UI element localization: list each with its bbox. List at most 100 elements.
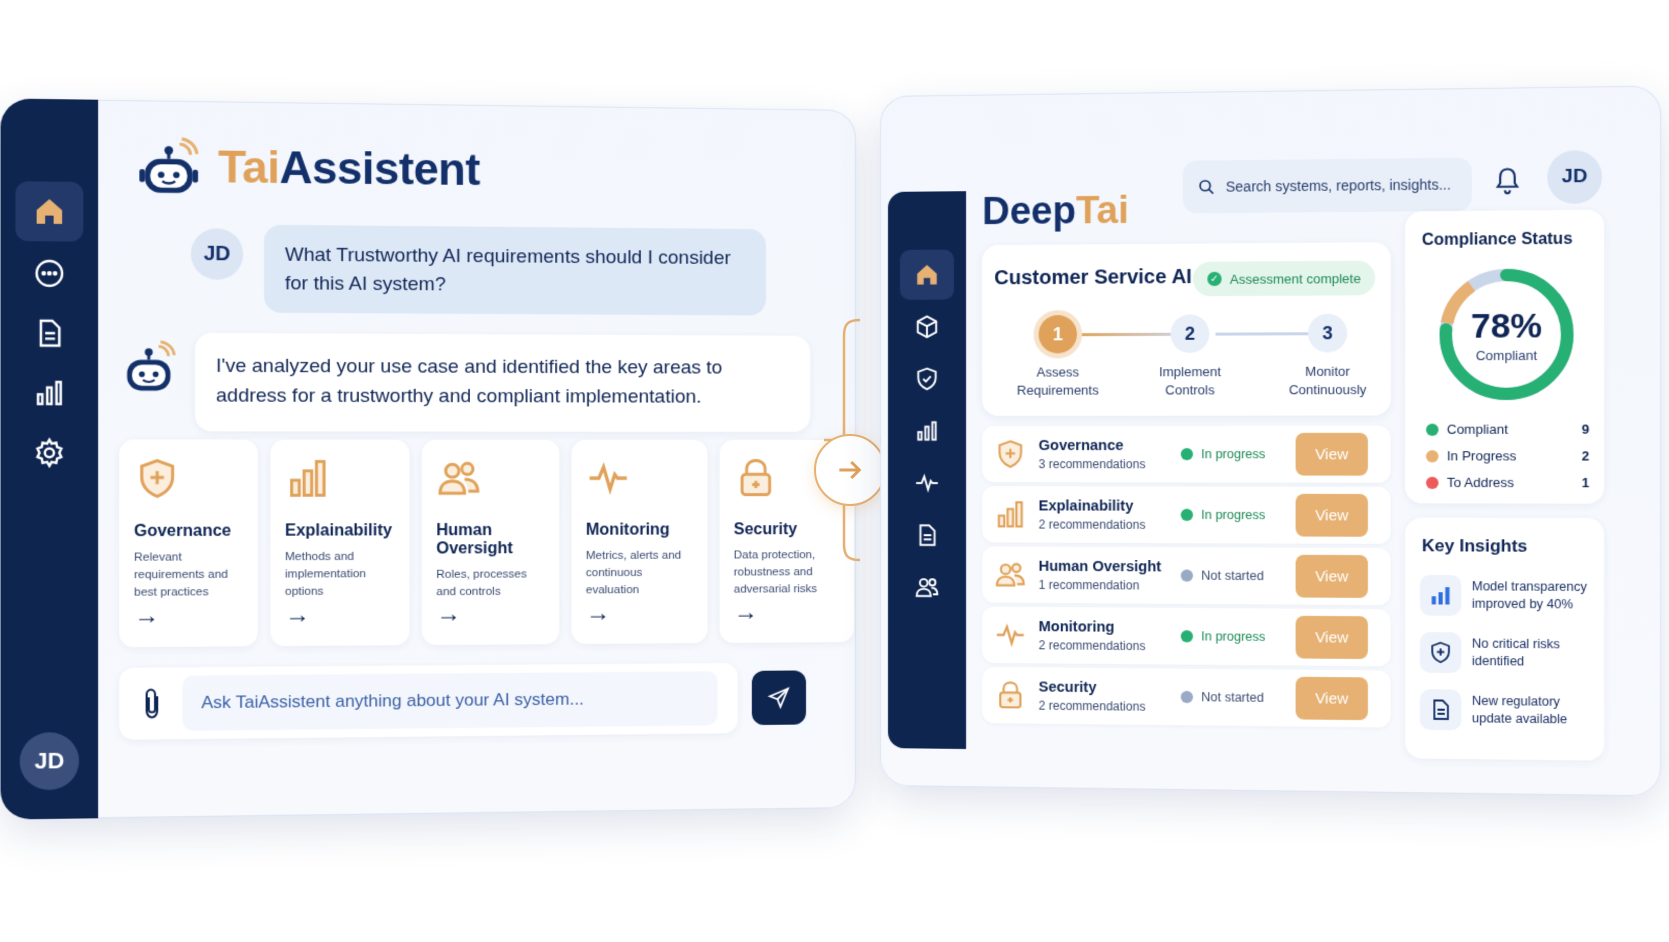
sidebar-item-systems[interactable] [900, 302, 954, 352]
check-icon: ✓ [1207, 271, 1222, 287]
legend-dot [1426, 449, 1439, 462]
recommendation-list: Governance 3 recommendations In progress … [982, 425, 1391, 732]
topic-card-explainability[interactable]: Explainability Methods and implementatio… [270, 439, 410, 647]
step-label-line: Monitor [1305, 363, 1350, 379]
step-label-line: Assess [1036, 364, 1079, 380]
message-avatar: JD [190, 228, 244, 280]
rec-title: Governance [1038, 437, 1124, 454]
view-button[interactable]: View [1295, 676, 1368, 721]
step-label: Monitor Continuously [1271, 362, 1385, 399]
lock-icon [994, 679, 1026, 711]
rec-status: In progress [1180, 629, 1296, 644]
sidebar-item-home[interactable] [899, 249, 955, 300]
insight-item[interactable]: New regulatory update available [1419, 689, 1598, 732]
legend-item: In Progress 2 [1426, 448, 1590, 464]
sidebar-item-compliance[interactable] [900, 354, 954, 404]
status-badge: ✓ Assessment complete [1193, 260, 1376, 297]
sidebar-item-chat[interactable] [15, 243, 83, 303]
step-label: Assess Requirements [1002, 363, 1113, 400]
robot-icon [127, 339, 178, 391]
users-icon [436, 456, 481, 501]
rec-status: In progress [1180, 508, 1296, 523]
shield-plus-icon [994, 438, 1026, 470]
document-icon [32, 317, 66, 350]
sidebar-item-monitoring[interactable] [900, 458, 954, 508]
pulse-icon [994, 619, 1026, 651]
sidebar-item-analytics[interactable] [15, 363, 83, 423]
topic-card-human-oversight[interactable]: Human Oversight Roles, processes and con… [421, 439, 560, 646]
search-input[interactable] [1225, 176, 1464, 195]
view-button[interactable]: View [1295, 493, 1368, 537]
insight-item[interactable]: No critical risks identified [1419, 631, 1598, 674]
users-icon [994, 559, 1026, 591]
sidebar-item-reports[interactable] [900, 510, 954, 560]
list-item: Governance 3 recommendations In progress … [982, 425, 1391, 483]
card-title: Compliance Status [1421, 230, 1573, 250]
status-dot [1180, 630, 1194, 643]
assistant-message: I've analyzed your use case and identifi… [195, 332, 811, 432]
sidebar-item-documents[interactable] [15, 303, 83, 363]
rec-title: Human Oversight [1038, 558, 1162, 575]
deeptai-window: DeepTai JD Customer Service AI ✓ Assessm… [880, 85, 1662, 797]
step-label-line: Implement [1158, 363, 1221, 380]
step-label-line: Controls [1165, 382, 1215, 398]
flow-arrow-button [814, 434, 886, 506]
compliance-percent: 78% [1470, 306, 1543, 346]
list-item: Monitoring 2 recommendations In progress … [982, 606, 1391, 667]
assistant-sidebar: JD [0, 98, 99, 820]
sidebar-item-home[interactable] [15, 181, 84, 242]
dashboard-sidebar [887, 191, 967, 750]
arrow-right-icon[interactable]: → [734, 599, 758, 627]
chat-input[interactable] [182, 671, 718, 731]
pulse-icon [914, 470, 940, 496]
app-title: TaiAssistent [218, 142, 480, 196]
status-label: Not started [1201, 568, 1264, 584]
document-icon [1428, 697, 1453, 722]
arrow-right-icon[interactable]: → [436, 600, 461, 629]
rec-count: 2 recommendations [1038, 637, 1146, 653]
rec-title: Explainability [1038, 497, 1134, 515]
arrow-right-icon[interactable]: → [285, 601, 310, 630]
rec-count: 1 recommendation [1038, 577, 1140, 593]
insight-item[interactable]: Model transparency improved by 40% [1419, 574, 1598, 617]
sidebar-item-settings[interactable] [15, 423, 83, 483]
arrow-right-icon[interactable]: → [586, 599, 610, 627]
insight-text: No critical risks identified [1471, 636, 1560, 669]
step-number: 1 [1038, 315, 1078, 354]
paperclip-icon[interactable] [140, 687, 163, 720]
sidebar-item-users[interactable] [900, 562, 954, 612]
topic-card-monitoring[interactable]: Monitoring Metrics, alerts and continuou… [571, 439, 708, 645]
sidebar-item-analytics[interactable] [900, 406, 954, 456]
user-avatar[interactable]: JD [19, 731, 80, 791]
step-number: 2 [1170, 314, 1210, 354]
step-label: Implement Controls [1134, 363, 1246, 400]
card-description: Roles, processes and controls [436, 568, 527, 599]
legend-item: To Address 1 [1426, 475, 1589, 490]
legend-dot [1426, 476, 1439, 489]
rec-title: Monitoring [1038, 618, 1115, 636]
arrow-right-icon[interactable]: → [134, 602, 159, 631]
rec-count: 2 recommendations [1038, 698, 1146, 714]
legend-value: 2 [1581, 448, 1590, 464]
step-implement[interactable]: 2 Implement Controls [1134, 314, 1246, 399]
system-name: Customer Service AI [994, 265, 1192, 290]
user-message: What Trustworthy AI requirements should … [264, 224, 766, 316]
status-dot [1180, 569, 1194, 582]
step-monitor[interactable]: 3 Monitor Continuously [1271, 313, 1385, 400]
bell-icon[interactable] [1493, 165, 1522, 196]
shield-check-icon [914, 366, 940, 392]
step-assess[interactable]: 1 Assess Requirements [1002, 315, 1113, 400]
view-button[interactable]: View [1295, 432, 1368, 476]
card-title: Governance [134, 522, 232, 541]
user-avatar[interactable]: JD [1547, 150, 1602, 205]
chat-icon [32, 257, 66, 290]
home-icon [36, 198, 63, 224]
brand-prefix: Tai [218, 142, 280, 194]
bar-chart-icon [1431, 587, 1450, 605]
rec-count: 3 recommendations [1038, 456, 1146, 471]
view-button[interactable]: View [1295, 615, 1368, 660]
topic-card-governance[interactable]: Governance Relevant requirements and bes… [119, 439, 258, 648]
send-button[interactable] [751, 670, 807, 726]
view-button[interactable]: View [1295, 554, 1368, 598]
card-description: Methods and implementation options [284, 550, 367, 599]
